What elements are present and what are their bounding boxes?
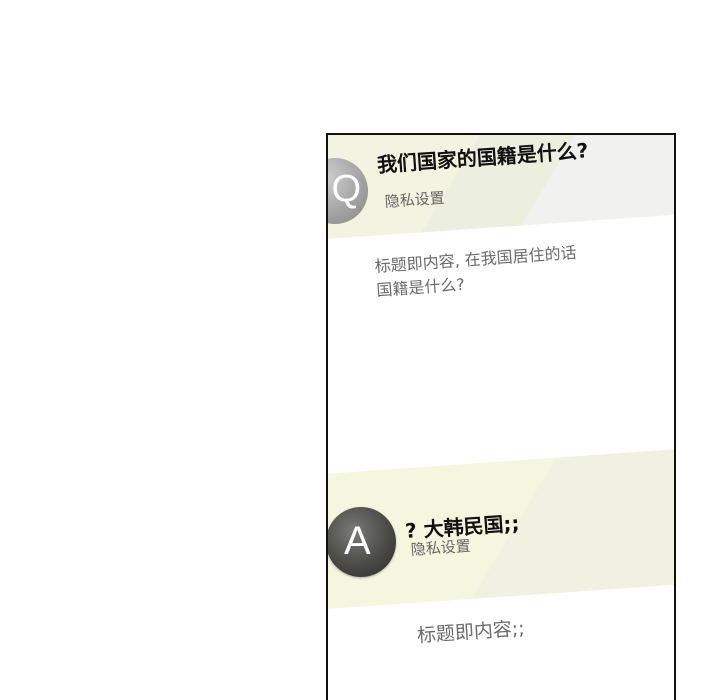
answer-badge-letter: A bbox=[344, 519, 371, 563]
answer-body: 标题即内容;; bbox=[416, 617, 526, 647]
question-badge-letter: Q bbox=[331, 168, 361, 210]
answer-privacy-setting[interactable]: 隐私设置 bbox=[410, 535, 471, 560]
question-privacy-setting[interactable]: 隐私设置 bbox=[384, 187, 445, 212]
question-body: 标题即内容, 在我国居住的话 国籍是什么? bbox=[374, 236, 647, 303]
answer-badge-icon: A bbox=[328, 507, 396, 577]
qa-panel: Q 我们国家的国籍是什么? 隐私设置 标题即内容, 在我国居住的话 国籍是什么?… bbox=[326, 133, 676, 700]
